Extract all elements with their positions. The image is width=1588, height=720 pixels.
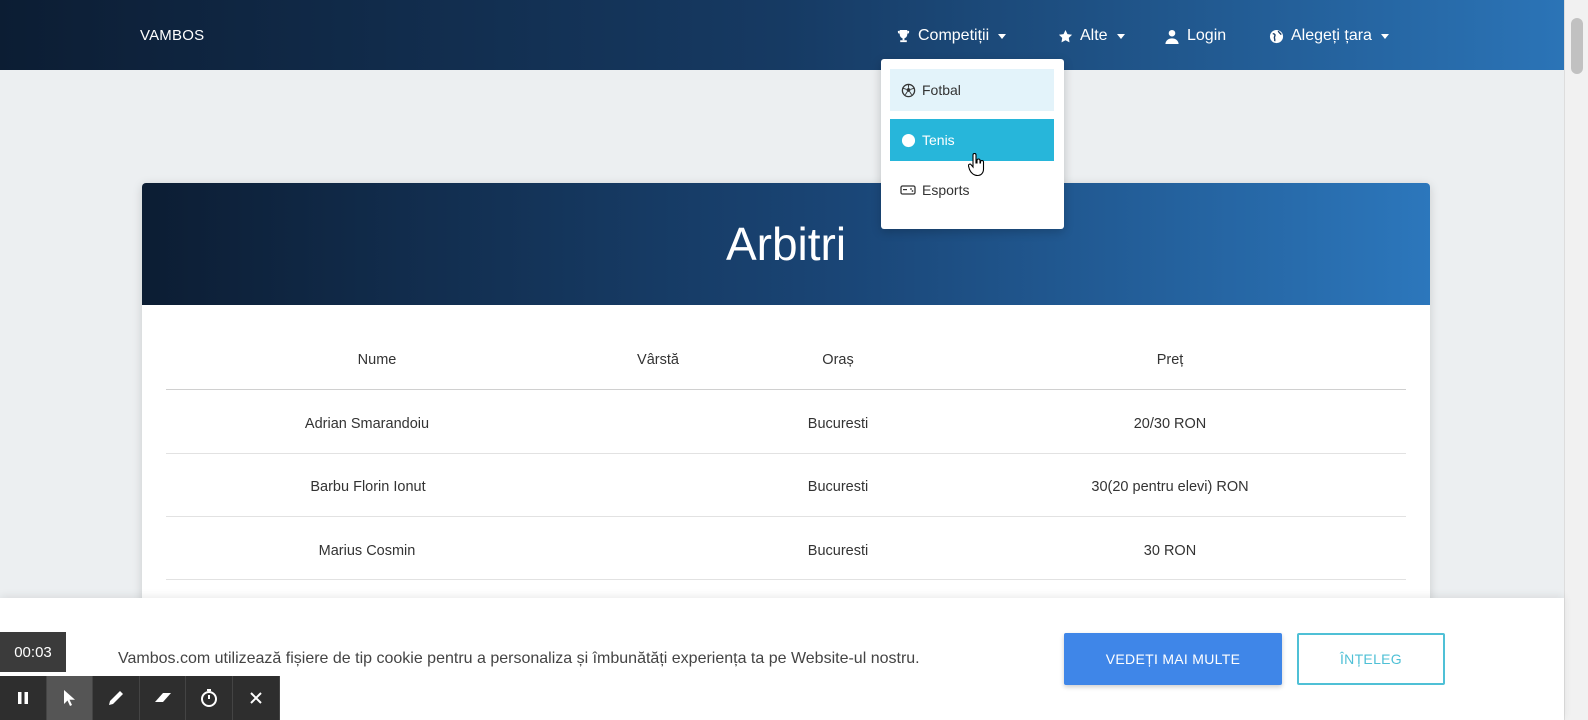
scrollbar-thumb[interactable] — [1571, 18, 1583, 74]
card-header: Arbitri — [142, 183, 1430, 305]
cell-name: Marius Cosmin — [318, 543, 416, 559]
pause-icon — [17, 692, 28, 704]
page-title: Arbitri — [725, 218, 847, 270]
cell-price: 30(20 pentru elevi) RON — [1091, 479, 1249, 495]
brand-logo[interactable]: VAMBOS — [140, 27, 204, 44]
dropdown-item-label: Tenis — [922, 132, 955, 148]
close-recorder-button[interactable] — [233, 676, 280, 720]
nav-competitii[interactable]: Competiții — [895, 26, 1007, 46]
nav-alte-label: Alte — [1080, 27, 1108, 44]
timer-tool-button[interactable] — [186, 676, 233, 720]
row-divider — [166, 453, 1406, 454]
pen-icon — [108, 691, 123, 705]
recorder-toolbar — [0, 676, 280, 720]
globe-icon — [1268, 28, 1284, 44]
hand-cursor-icon — [968, 153, 985, 177]
top-navbar: VAMBOS Competiții Alte Login Alegeți țar… — [0, 0, 1564, 70]
referees-card: Arbitri Nume Vârstă Oraș Preț Adrian Sma… — [142, 183, 1430, 623]
user-icon — [1164, 28, 1180, 44]
nav-country-label: Alegeți țara — [1291, 27, 1372, 44]
star-icon — [1057, 28, 1073, 44]
tennis-ball-icon — [900, 132, 916, 148]
pointer-tool-button[interactable] — [46, 676, 94, 720]
chevron-down-icon — [1116, 33, 1125, 39]
cookie-message: Vambos.com utilizează fișiere de tip coo… — [118, 650, 920, 667]
column-header-varsta: Vârstă — [637, 352, 679, 368]
stopwatch-icon — [201, 689, 218, 707]
chevron-down-icon — [1380, 33, 1389, 39]
nav-login-label: Login — [1187, 27, 1227, 44]
soccer-ball-icon — [900, 82, 916, 98]
nav-country[interactable]: Alegeți țara — [1268, 26, 1389, 46]
eraser-tool-button[interactable] — [140, 676, 187, 720]
cell-city: Bucuresti — [807, 479, 869, 495]
close-icon — [250, 692, 262, 704]
competitii-dropdown-menu: Fotbal Tenis Esports — [881, 59, 1064, 229]
header-divider — [166, 389, 1406, 390]
see-more-button[interactable]: VEDEȚI MAI MULTE — [1064, 633, 1282, 685]
cell-name: Barbu Florin Ionut — [310, 479, 426, 495]
gamepad-icon — [900, 182, 916, 198]
pointer-icon — [64, 690, 76, 706]
row-divider — [166, 579, 1406, 580]
column-header-oras: Oraș — [822, 352, 854, 368]
pen-tool-button[interactable] — [93, 676, 140, 720]
row-divider — [166, 516, 1406, 517]
cell-name: Adrian Smarandoiu — [304, 416, 430, 432]
column-header-nume: Nume — [357, 352, 397, 368]
eraser-icon — [154, 693, 171, 702]
chevron-down-icon — [998, 33, 1007, 39]
pause-button[interactable] — [0, 676, 47, 720]
dropdown-item-label: Fotbal — [922, 82, 961, 98]
column-header-pret: Preț — [1156, 352, 1184, 368]
accept-cookies-button[interactable]: ÎNȚELEG — [1297, 633, 1445, 685]
nav-competitii-label: Competiții — [918, 27, 990, 44]
dropdown-item-fotbal[interactable]: Fotbal — [890, 69, 1054, 111]
cell-price: 20/30 RON — [1133, 416, 1207, 432]
trophy-icon — [895, 28, 911, 44]
nav-login[interactable]: Login — [1164, 26, 1226, 46]
recording-timer: 00:03 — [0, 632, 66, 672]
dropdown-item-label: Esports — [922, 182, 970, 198]
cell-city: Bucuresti — [807, 416, 869, 432]
cell-price: 30 RON — [1143, 543, 1197, 559]
nav-alte[interactable]: Alte — [1057, 26, 1125, 46]
page-scrollbar[interactable] — [1564, 0, 1588, 720]
cell-city: Bucuresti — [807, 543, 869, 559]
